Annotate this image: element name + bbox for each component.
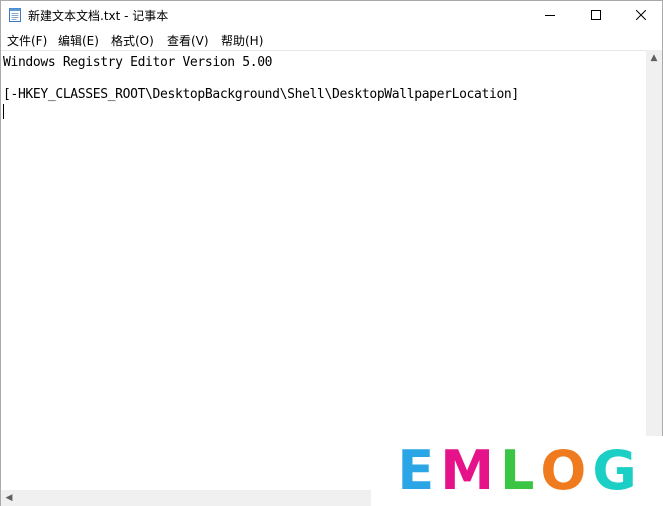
watermark-letter-m: M	[440, 439, 494, 502]
menu-edit[interactable]: 编辑(E)	[58, 32, 99, 49]
vertical-scrollbar[interactable]: ▲	[646, 50, 662, 490]
watermark-letter-g: G	[592, 439, 637, 502]
watermark-letter-o: O	[540, 439, 587, 502]
emlog-watermark-logo: E M L O G	[371, 436, 663, 506]
text-editor[interactable]: Windows Registry Editor Version 5.00 [-H…	[1, 50, 646, 491]
editor-line-1: Windows Registry Editor Version 5.00	[3, 55, 273, 70]
scroll-left-icon[interactable]: ◀	[1, 490, 17, 506]
scroll-up-icon[interactable]: ▲	[646, 50, 662, 66]
notepad-window: 新建文本文档.txt - 记事本 文件(F) 编辑(E) 格式(O) 查看(V)…	[0, 0, 663, 506]
minimize-icon	[545, 10, 555, 20]
maximize-icon	[591, 10, 601, 20]
editor-line-3: [-HKEY_CLASSES_ROOT\DesktopBackground\Sh…	[3, 87, 519, 102]
menu-view[interactable]: 查看(V)	[167, 32, 209, 49]
menu-help[interactable]: 帮助(H)	[221, 32, 263, 49]
watermark-letter-l: L	[499, 439, 535, 502]
menu-file[interactable]: 文件(F)	[7, 32, 47, 49]
title-bar[interactable]: 新建文本文档.txt - 记事本	[1, 1, 662, 29]
watermark-letter-e: E	[397, 439, 435, 502]
notepad-icon	[9, 7, 21, 22]
menu-bar: 文件(F) 编辑(E) 格式(O) 查看(V) 帮助(H)	[1, 29, 662, 50]
close-button[interactable]	[618, 1, 663, 29]
minimize-button[interactable]	[527, 1, 573, 29]
text-caret	[3, 104, 4, 119]
maximize-button[interactable]	[573, 1, 619, 29]
close-icon	[636, 10, 646, 20]
window-title: 新建文本文档.txt - 记事本	[28, 9, 169, 23]
menu-format[interactable]: 格式(O)	[111, 32, 154, 49]
